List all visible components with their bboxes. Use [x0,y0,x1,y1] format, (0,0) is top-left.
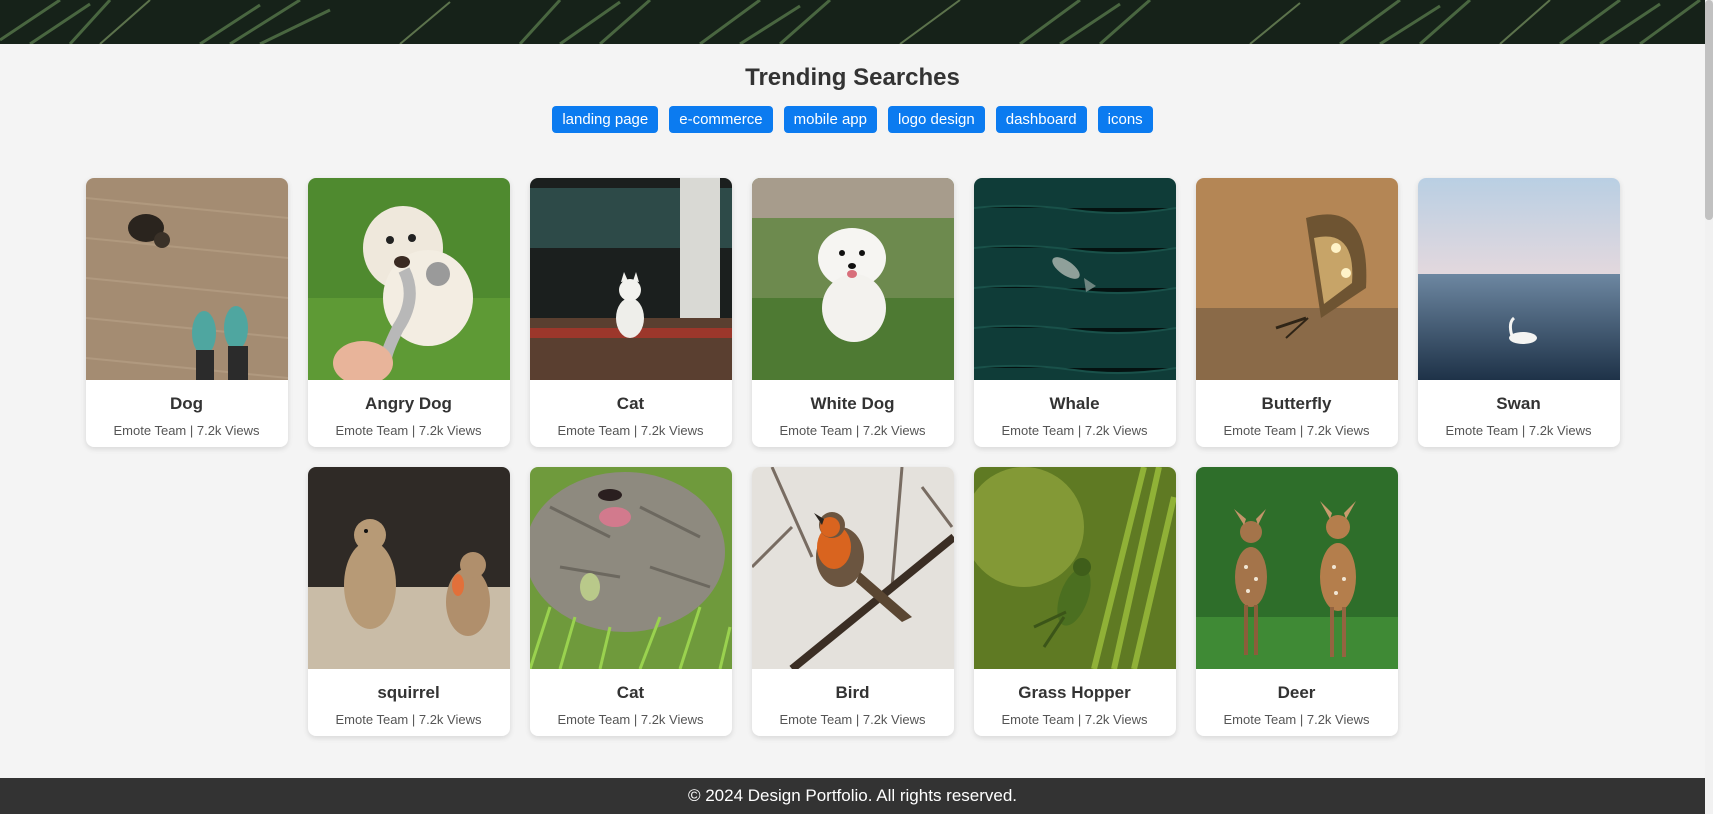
card-cat[interactable]: Cat Emote Team | 7.2k Views [529,178,732,447]
card-swan[interactable]: Swan Emote Team | 7.2k Views [1417,178,1620,447]
card-dog[interactable]: Dog Emote Team | 7.2k Views [85,178,288,447]
footer-text: © 2024 Design Portfolio. All rights rese… [687,786,1018,805]
card-meta: Emote Team | 7.2k Views [557,712,704,727]
dog-tug-rope-photo [307,178,510,380]
card-meta: Emote Team | 7.2k Views [335,712,482,727]
card-meta: Emote Team | 7.2k Views [1001,423,1148,438]
card-meta: Emote Team | 7.2k Views [1445,423,1592,438]
tag-mobile-app[interactable]: mobile app [783,106,877,133]
tag-dashboard[interactable]: dashboard [995,106,1087,133]
card-meta: Emote Team | 7.2k Views [113,423,260,438]
tag-e-commerce[interactable]: e-commerce [669,106,773,133]
card-cat-grass[interactable]: Cat Emote Team | 7.2k Views [529,467,732,736]
card-white-dog[interactable]: White Dog Emote Team | 7.2k Views [751,178,954,447]
card-title: Angry Dog [365,394,452,413]
swan-lake-photo [1417,178,1620,380]
card-whale[interactable]: Whale Emote Team | 7.2k Views [973,178,1176,447]
white-dog-grass-photo [751,178,954,380]
card-title: Cat [616,394,645,413]
card-grid: Dog Emote Team | 7.2k Views Angry Dog Em… [0,178,1705,736]
squirrels-photo [307,467,510,669]
card-angry-dog[interactable]: Angry Dog Emote Team | 7.2k Views [307,178,510,447]
vertical-scrollbar[interactable] [1705,0,1713,814]
card-title: Cat [616,683,645,702]
card-title: Butterfly [1261,394,1332,413]
card-bird[interactable]: Bird Emote Team | 7.2k Views [751,467,954,736]
hero-banner [0,0,1705,44]
whale-ocean-photo [973,178,1176,380]
card-title: Bird [835,683,870,702]
card-meta: Emote Team | 7.2k Views [779,712,926,727]
tag-logo-design[interactable]: logo design [888,106,985,133]
card-title: Dog [169,394,204,413]
cat-in-grass-photo [529,467,732,669]
card-meta: Emote Team | 7.2k Views [779,423,926,438]
card-title: squirrel [377,683,440,702]
tag-icons[interactable]: icons [1097,106,1153,133]
card-meta: Emote Team | 7.2k Views [557,423,704,438]
tag-landing-page[interactable]: landing page [552,106,659,133]
palm-leaves-image [0,0,1705,44]
page-title: Trending Searches [745,64,960,91]
dog-on-carpet-photo [85,178,288,380]
robin-bird-photo [751,467,954,669]
butterfly-photo [1195,178,1398,380]
card-title: Grass Hopper [1018,683,1131,702]
card-title: Deer [1277,683,1316,702]
card-meta: Emote Team | 7.2k Views [1001,712,1148,727]
card-squirrel[interactable]: squirrel Emote Team | 7.2k Views [307,467,510,736]
footer: © 2024 Design Portfolio. All rights rese… [0,778,1705,814]
card-title: Whale [1049,394,1100,413]
grasshopper-photo [973,467,1176,669]
card-title: Swan [1496,394,1541,413]
card-meta: Emote Team | 7.2k Views [1223,423,1370,438]
card-meta: Emote Team | 7.2k Views [1223,712,1370,727]
card-butterfly[interactable]: Butterfly Emote Team | 7.2k Views [1195,178,1398,447]
card-title: White Dog [810,394,895,413]
deer-fawns-photo [1195,467,1398,669]
card-meta: Emote Team | 7.2k Views [335,423,482,438]
card-grass-hopper[interactable]: Grass Hopper Emote Team | 7.2k Views [973,467,1176,736]
scrollbar-thumb[interactable] [1705,0,1713,220]
white-cat-room-photo [529,178,732,380]
card-deer[interactable]: Deer Emote Team | 7.2k Views [1195,467,1398,736]
trending-tags: landing page e-commerce mobile app logo … [0,106,1705,133]
